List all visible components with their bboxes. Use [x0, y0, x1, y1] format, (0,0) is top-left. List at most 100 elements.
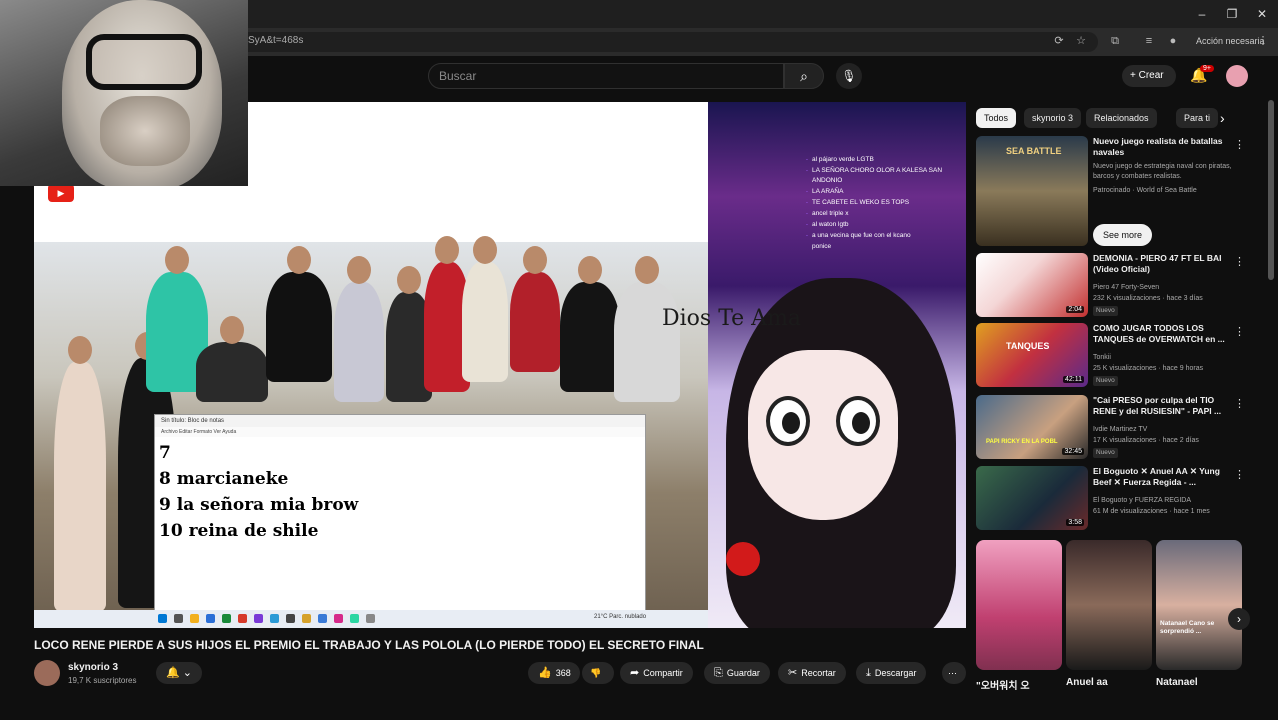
vtuber-face: [748, 350, 898, 520]
notepad-line: 7: [159, 443, 171, 463]
more-options-icon[interactable]: ⋮: [1234, 325, 1245, 338]
bookmark-star-icon[interactable]: ☆: [1074, 34, 1088, 48]
channel-avatar[interactable]: [34, 660, 60, 686]
video-thumbnail[interactable]: 3:58: [976, 466, 1088, 530]
subscription-bell-button[interactable]: 🔔 ⌄: [156, 662, 202, 684]
see-more-button[interactable]: See more: [1093, 224, 1153, 246]
chat-user: -: [805, 210, 808, 217]
create-label: Crear: [1138, 70, 1164, 81]
video-thumbnail[interactable]: 2:04: [976, 253, 1088, 317]
more-options-icon[interactable]: ⋮: [1234, 138, 1245, 151]
next-arrow-icon[interactable]: ›: [1228, 608, 1250, 630]
chip-channel[interactable]: skynorio 3: [1024, 108, 1082, 128]
dislike-button[interactable]: 👎: [582, 662, 614, 684]
taskbar-app-icon: [334, 614, 343, 623]
notepad-menu: Archivo Editar Formato Ver Ayuda: [155, 427, 645, 437]
chat-text: ANDONIO: [812, 177, 843, 184]
taskbar-app-icon: [350, 614, 359, 623]
share-button[interactable]: ➦ Compartir: [620, 662, 693, 684]
search-input[interactable]: [428, 63, 784, 89]
short-thumbnail[interactable]: [976, 540, 1062, 670]
close-icon[interactable]: ✕: [1254, 6, 1270, 22]
download-label: Descargar: [874, 668, 917, 678]
voice-search-button[interactable]: 🎙: [836, 63, 862, 89]
chat-user: -: [805, 199, 808, 206]
search-button[interactable]: ⌕: [784, 63, 824, 89]
windows-taskbar: 21°C Parc. nublado: [34, 610, 708, 628]
minimize-icon[interactable]: –: [1194, 6, 1210, 22]
taskbar-app-icon: [254, 614, 263, 623]
profile-icon[interactable]: ●: [1166, 34, 1180, 48]
notepad-window: Sin título: Bloc de notas Archivo Editar…: [154, 414, 646, 614]
ad-thumbnail[interactable]: SEA BATTLE: [976, 136, 1088, 246]
person-figure: [510, 246, 560, 372]
notepad-line: 8 marcianeke: [159, 469, 289, 489]
more-icon: ⋯: [948, 668, 957, 678]
url-bar[interactable]: SyA&t=468s: [238, 32, 1098, 52]
rec-title[interactable]: Nuevo juego realista de batallas navales: [1093, 136, 1233, 158]
thumbs-down-icon: 👎: [590, 668, 602, 678]
more-options-icon[interactable]: ⋮: [1234, 255, 1245, 268]
translate-icon[interactable]: ⟳: [1052, 34, 1066, 48]
rec-channel[interactable]: Ivdie Martinez TV: [1093, 425, 1233, 435]
chat-text: LA ARAÑA: [812, 188, 844, 195]
chevron-right-icon[interactable]: ›: [1220, 110, 1225, 126]
like-button[interactable]: 👍 368: [528, 662, 580, 684]
person-figure: [196, 316, 268, 402]
account-avatar[interactable]: [1226, 65, 1248, 87]
clip-button[interactable]: ✂ Recortar: [778, 662, 846, 684]
youtube-logo-icon: ▶: [48, 184, 74, 202]
recommendation-item[interactable]: 2:04 DEMONIA - PIERO 47 FT EL BAI (Video…: [976, 253, 1276, 319]
video-thumbnail[interactable]: PAPI RICKY EN LA POBL 32:45: [976, 395, 1088, 459]
more-options-icon[interactable]: ⋮: [1234, 468, 1245, 481]
rec-title[interactable]: "Cai PRESO por culpa del TIO RENE y del …: [1093, 395, 1233, 417]
rec-views: 61 M de visualizaciones · hace 1 mes: [1093, 508, 1210, 515]
media-icon[interactable]: ≡: [1142, 34, 1156, 48]
rec-title[interactable]: DEMONIA - PIERO 47 FT EL BAI (Video Ofic…: [1093, 253, 1233, 275]
person-figure: [614, 256, 680, 402]
taskbar-app-icon: [174, 614, 183, 623]
recommendation-item[interactable]: PAPI RICKY EN LA POBL 32:45 "Cai PRESO p…: [976, 395, 1276, 461]
page-scrollbar[interactable]: [1268, 100, 1274, 280]
create-button[interactable]: + Crear: [1122, 65, 1176, 87]
recommendation-ad[interactable]: SEA BATTLE Nuevo juego realista de batal…: [976, 136, 1276, 254]
rec-sponsor: Patrocinado · World of Sea Battle: [1093, 187, 1197, 194]
short-thumbnail[interactable]: Natanael Cano se sorprendió ...: [1156, 540, 1242, 670]
rec-title[interactable]: El Boguoto ✕ Anuel AA ✕ Yung Beef ✕ Fuer…: [1093, 466, 1233, 488]
extensions-icon[interactable]: ⧉: [1108, 34, 1122, 48]
like-count: 368: [555, 668, 571, 678]
chip-all[interactable]: Todos: [976, 108, 1017, 128]
short-title[interactable]: Anuel aa: [1066, 677, 1108, 688]
more-options-icon[interactable]: ⋮: [1234, 397, 1245, 410]
chip-for-you[interactable]: Para ti: [1176, 108, 1219, 128]
short-title[interactable]: "오버워치 오: [976, 677, 1030, 692]
rec-title[interactable]: COMO JUGAR TODOS LOS TANQUES de OVERWATC…: [1093, 323, 1233, 345]
recommendation-item[interactable]: 3:58 El Boguoto ✕ Anuel AA ✕ Yung Beef ✕…: [976, 466, 1276, 532]
rec-views: 232 K visualizaciones · hace 3 días: [1093, 295, 1203, 302]
chat-message: - LA ARAÑA: [708, 188, 844, 195]
video-thumbnail[interactable]: TANQUES 42:11: [976, 323, 1088, 387]
maximize-icon[interactable]: ❐: [1224, 6, 1240, 22]
taskbar-app-icon: [190, 614, 199, 623]
rec-description: Nuevo juego de estrategia naval con pira…: [1093, 163, 1232, 180]
more-actions-button[interactable]: ⋯: [942, 662, 966, 684]
rec-channel[interactable]: Piero 47 Forty-Seven: [1093, 283, 1233, 293]
profile-status[interactable]: Acción necesaria: [1196, 36, 1265, 46]
bell-icon: 🔔: [166, 667, 180, 679]
short-thumbnail[interactable]: [1066, 540, 1152, 670]
save-button[interactable]: ⎘ Guardar: [704, 662, 770, 684]
recommendation-item[interactable]: TANQUES 42:11 COMO JUGAR TODOS LOS TANQU…: [976, 323, 1276, 389]
channel-name[interactable]: skynorio 3: [68, 662, 118, 673]
video-title: LOCO RENE PIERDE A SUS HIJOS EL PREMIO E…: [34, 638, 704, 652]
chat-text: LA SEÑORA CHORO OLOR A KALESA SAN: [812, 167, 943, 174]
vtuber-eye: [766, 396, 810, 446]
rec-channel[interactable]: El Boguoto y FUERZA REGIDA: [1093, 496, 1233, 506]
rec-channel[interactable]: Tonkii: [1093, 353, 1233, 363]
duration-badge: 3:58: [1066, 519, 1084, 526]
short-title[interactable]: Natanael: [1156, 677, 1198, 688]
taskbar-app-icon: [286, 614, 295, 623]
chip-related[interactable]: Relacionados: [1086, 108, 1157, 128]
download-button[interactable]: ⤓ Descargar: [856, 662, 927, 684]
chat-message: - al waton lgtb: [708, 221, 849, 228]
browser-menu-icon[interactable]: ⋮: [1256, 34, 1270, 48]
